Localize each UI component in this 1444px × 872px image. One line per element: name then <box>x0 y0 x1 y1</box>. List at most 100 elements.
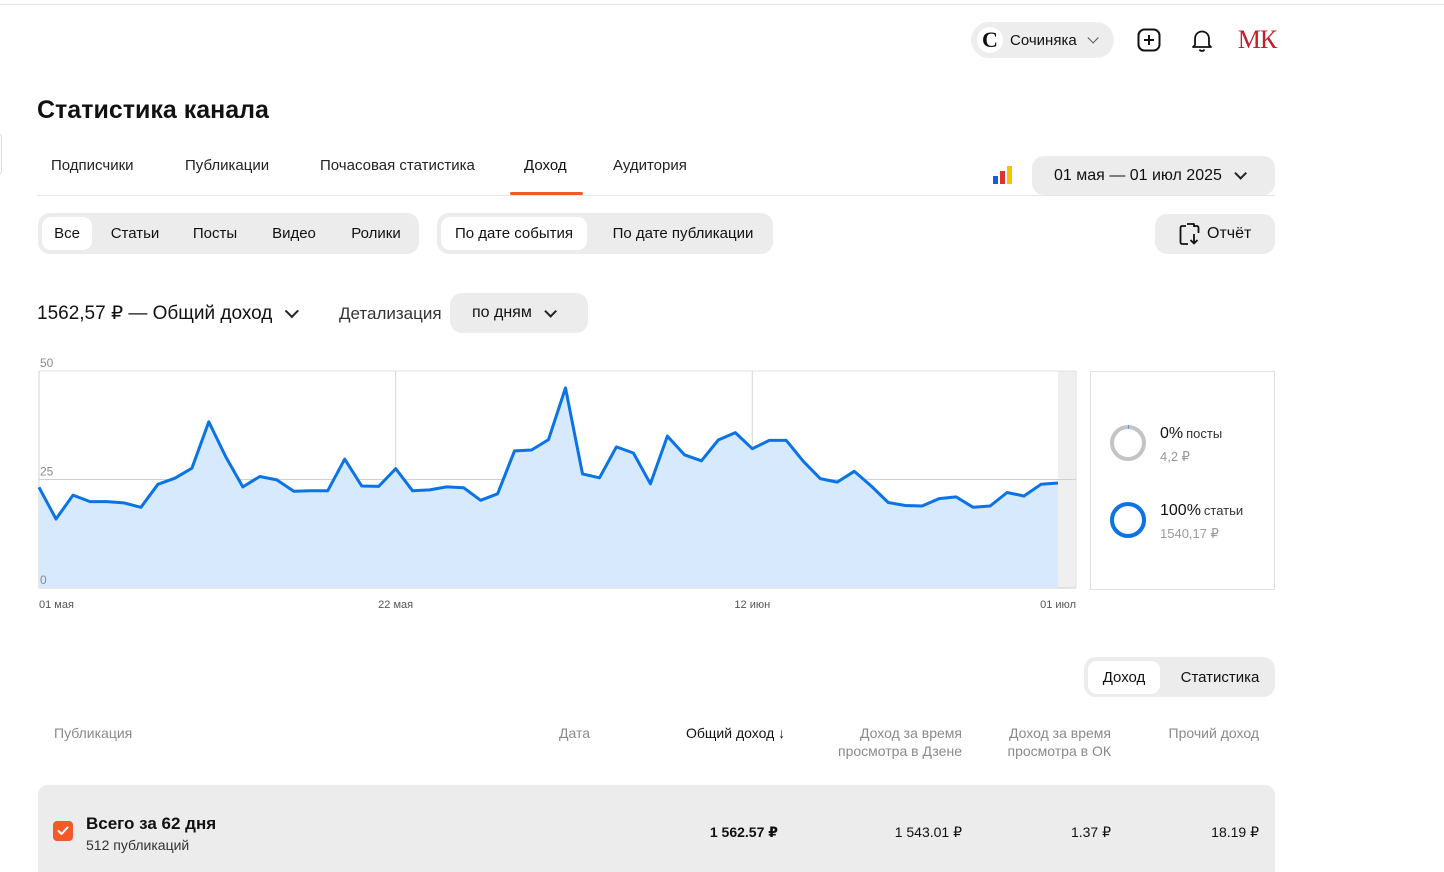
chart-point <box>309 489 313 493</box>
chart-point <box>241 485 245 489</box>
chart-point <box>767 438 771 442</box>
chart-point <box>496 492 500 496</box>
toggle-statistics[interactable]: Статистика <box>1170 661 1270 694</box>
col-dzen-line1: Доход за время <box>860 725 962 741</box>
articles-ring <box>1110 502 1146 538</box>
total-income-selector[interactable]: 1562,57 ₽ — Общий доход <box>37 302 300 325</box>
summary-other: 18.19 ₽ <box>1211 824 1259 840</box>
filter-posts[interactable]: Посты <box>183 217 247 250</box>
breakdown-articles[interactable]: 100% статьи 1540,17 ₽ <box>1109 501 1243 542</box>
posts-percent: 0% <box>1160 425 1184 442</box>
col-ok-line1: Доход за время <box>1009 725 1111 741</box>
filter-all[interactable]: Все <box>42 217 92 250</box>
tab-income[interactable]: Доход <box>524 157 567 174</box>
date-range-label: 01 мая — 01 июл 2025 <box>1054 166 1222 184</box>
posts-label: посты <box>1186 426 1223 441</box>
income-breakdown: 0% посты 4,2 ₽ 100% статьи 1540,17 ₽ <box>1090 371 1275 590</box>
chart-point <box>377 484 381 488</box>
summary-total: 1 562.57 ₽ <box>709 824 778 840</box>
chart-point <box>292 489 296 493</box>
col-publication[interactable]: Публикация <box>54 724 132 742</box>
chart-point <box>801 459 805 463</box>
breakdown-posts[interactable]: 0% посты 4,2 ₽ <box>1109 424 1222 465</box>
x-tick-label: 22 мая <box>378 599 413 611</box>
chart-point <box>394 467 398 471</box>
articles-label: статьи <box>1203 503 1244 518</box>
chart-point <box>852 469 856 473</box>
chart-point <box>207 420 211 424</box>
bar-chart-icon[interactable] <box>992 164 1014 184</box>
chart-point <box>71 493 75 497</box>
chart-point <box>733 431 737 435</box>
chart-point <box>428 488 432 492</box>
y-tick-label: 25 <box>40 465 54 479</box>
check-icon <box>57 826 69 835</box>
col-ok-income[interactable]: Доход за время просмотра в ОК <box>980 724 1111 760</box>
sort-down-icon: ↓ <box>774 725 786 741</box>
articles-percent: 100% <box>1160 502 1201 519</box>
date-range-picker[interactable]: 01 мая — 01 июл 2025 <box>1032 156 1275 195</box>
col-dzen-income[interactable]: Доход за время просмотра в Дзене <box>812 724 962 760</box>
chart-point <box>156 482 160 486</box>
col-date[interactable]: Дата <box>559 724 590 742</box>
select-all-checkbox[interactable] <box>53 821 73 841</box>
col-total-income-label: Общий доход <box>686 725 775 741</box>
add-button[interactable] <box>1135 26 1163 54</box>
report-label: Отчёт <box>1207 225 1252 242</box>
avatar[interactable]: МК <box>1238 22 1277 58</box>
col-total-income[interactable]: Общий доход ↓ <box>686 724 785 742</box>
chevron-down-icon <box>1234 167 1247 180</box>
chart-point <box>462 486 466 490</box>
mode-by-publication-date[interactable]: По дате публикации <box>597 217 769 250</box>
summary-row: Всего за 62 дня 512 публикаций 1 562.57 … <box>38 785 1275 872</box>
detail-dropdown[interactable]: по дням <box>450 293 588 333</box>
chart-point <box>547 438 551 442</box>
posts-ring <box>1110 425 1146 461</box>
chart-point <box>665 434 669 438</box>
toggle-income[interactable]: Доход <box>1088 661 1160 694</box>
posts-amount: 4,2 ₽ <box>1160 449 1190 464</box>
col-ok-line2: просмотра в ОК <box>1007 743 1111 759</box>
filter-articles[interactable]: Статьи <box>101 217 169 250</box>
filter-shorts[interactable]: Ролики <box>340 217 412 250</box>
chart-point <box>716 438 720 442</box>
articles-amount: 1540,17 ₽ <box>1160 526 1219 541</box>
collapsed-sidebar-handle[interactable] <box>0 133 2 175</box>
report-button[interactable]: Отчёт <box>1155 214 1275 254</box>
chart-point <box>1039 482 1043 486</box>
bell-icon <box>1192 30 1212 52</box>
download-report-icon <box>1179 223 1200 245</box>
tab-audience[interactable]: Аудитория <box>613 157 687 174</box>
tab-subscribers[interactable]: Подписчики <box>51 157 134 174</box>
channel-switcher[interactable]: С Сочиняка <box>971 22 1114 58</box>
chart-point <box>869 484 873 488</box>
income-area <box>39 387 1058 588</box>
filter-video[interactable]: Видео <box>261 217 327 250</box>
chart-point <box>1005 491 1009 495</box>
chart-point <box>563 386 567 390</box>
x-tick-label: 12 июн <box>734 599 770 611</box>
col-other-income[interactable]: Прочий доход <box>1140 724 1259 742</box>
chart-point <box>190 466 194 470</box>
summary-title: Всего за 62 дня <box>86 814 217 833</box>
summary-ok: 1.37 ₽ <box>1070 824 1111 840</box>
chart-point <box>326 489 330 493</box>
chart-point <box>580 472 584 476</box>
channel-name: Сочиняка <box>1010 31 1077 49</box>
table-mode-toggle: Доход Статистика <box>1084 657 1275 697</box>
chart-point <box>954 495 958 499</box>
content-type-filter: Все Статьи Посты Видео Ролики <box>38 213 419 254</box>
mode-by-event-date[interactable]: По дате события <box>441 217 587 250</box>
notifications-button[interactable] <box>1188 26 1216 54</box>
chart-point <box>54 517 58 521</box>
y-tick-label: 0 <box>40 573 47 587</box>
tab-publications[interactable]: Публикации <box>185 157 269 174</box>
tab-hourly[interactable]: Почасовая статистика <box>320 157 475 174</box>
page-title: Статистика канала <box>37 96 269 124</box>
chart-point <box>886 501 890 505</box>
x-tick-label: 01 июл <box>1040 599 1076 611</box>
chart-point <box>971 505 975 509</box>
income-chart[interactable]: 0 25 50 01 мая 22 мая 12 июн 01 июл <box>0 350 1085 620</box>
chart-point <box>88 500 92 504</box>
chart-point <box>479 498 483 502</box>
